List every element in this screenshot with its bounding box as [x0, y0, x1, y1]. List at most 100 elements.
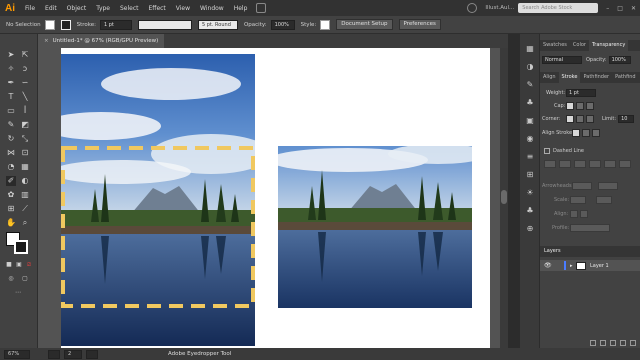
- color-mode-icon[interactable]: ■: [4, 260, 14, 270]
- zoom-field[interactable]: 67%: [4, 349, 30, 359]
- tab-stroke[interactable]: Stroke: [558, 72, 581, 83]
- draw-mode-icon[interactable]: ◎: [6, 274, 16, 284]
- document-tab[interactable]: × Untitled-1* @ 67% (RGB/GPU Preview): [38, 34, 165, 48]
- menu-edit[interactable]: Edit: [40, 5, 62, 12]
- direct-selection-tool-icon[interactable]: ⇱: [20, 50, 30, 60]
- width-tool-icon[interactable]: ⋈: [6, 148, 16, 158]
- opacity-field[interactable]: 100%: [270, 19, 295, 30]
- paintbrush-icon[interactable]: ꟾ: [20, 106, 30, 116]
- artboard-tool-icon[interactable]: ⊞: [6, 204, 16, 214]
- shaper-tool-icon[interactable]: ✎: [6, 120, 16, 130]
- gradient-mode-icon[interactable]: ▣: [14, 260, 24, 270]
- perspective-grid-icon[interactable]: ▦: [20, 162, 30, 172]
- menu-file[interactable]: File: [20, 5, 40, 12]
- stroke-weight-field[interactable]: 1 pt: [99, 19, 132, 30]
- projecting-cap-button[interactable]: [586, 102, 594, 110]
- lightbulb-icon[interactable]: [467, 3, 478, 13]
- transparency-opacity-field[interactable]: 100%: [608, 56, 631, 64]
- vertical-scrollbar[interactable]: [500, 48, 508, 348]
- lasso-icon[interactable]: ↄ: [20, 64, 30, 74]
- butt-cap-button[interactable]: [566, 102, 574, 110]
- layer-name[interactable]: Layer 1: [590, 263, 609, 269]
- menu-object[interactable]: Object: [62, 5, 92, 12]
- layers-panel-icon[interactable]: ≡: [525, 152, 535, 162]
- tab-swatches[interactable]: Swatches: [540, 40, 570, 51]
- artboards-panel-icon[interactable]: ⊞: [525, 170, 535, 180]
- type-tool-icon[interactable]: T: [6, 92, 16, 102]
- selection-tool-icon[interactable]: ➤: [6, 50, 16, 60]
- vertical-scroll-thumb[interactable]: [501, 190, 507, 204]
- stroke-swatch[interactable]: [14, 240, 28, 254]
- previous-artboard-button[interactable]: [48, 349, 60, 359]
- brush-definition-field[interactable]: 5 pt. Round: [197, 19, 238, 30]
- tab-color[interactable]: Color: [570, 40, 589, 51]
- sun-icon[interactable]: ☀: [525, 188, 535, 198]
- variable-width-field[interactable]: [137, 19, 192, 30]
- canvas-area[interactable]: [38, 48, 500, 348]
- menu-window[interactable]: Window: [195, 5, 229, 12]
- tab-pathfind[interactable]: Pathfind: [612, 72, 638, 83]
- slice-tool-icon[interactable]: ⟋: [20, 204, 30, 214]
- miter-join-button[interactable]: [566, 115, 574, 123]
- close-tab-icon[interactable]: ×: [44, 38, 49, 44]
- pen-tool-icon[interactable]: ✒: [6, 78, 16, 88]
- graphic-styles-icon[interactable]: ▣: [525, 116, 535, 126]
- color-panel-icon[interactable]: ◑: [525, 62, 535, 72]
- blend-mode-select[interactable]: Normal: [542, 56, 582, 64]
- make-clipping-mask-icon[interactable]: [600, 340, 606, 346]
- shape-builder-icon[interactable]: ◔: [6, 162, 16, 172]
- document-setup-button[interactable]: Document Setup: [336, 19, 393, 30]
- graph-tool-icon[interactable]: ▥: [20, 190, 30, 200]
- club-icon[interactable]: ♣: [525, 206, 535, 216]
- graphic-style-swatch[interactable]: [320, 19, 331, 30]
- menu-view[interactable]: View: [171, 5, 195, 12]
- rectangle-tool-icon[interactable]: ▭: [6, 106, 16, 116]
- none-mode-icon[interactable]: ⧄: [24, 260, 34, 270]
- symbols-panel-icon[interactable]: ♣: [525, 98, 535, 108]
- new-layer-icon[interactable]: [620, 340, 626, 346]
- tab-pathfinder[interactable]: Pathfinder: [580, 72, 612, 83]
- curvature-tool-icon[interactable]: ∽: [20, 78, 30, 88]
- align-inside-button[interactable]: [582, 129, 590, 137]
- links-panel-icon[interactable]: ⊕: [525, 224, 535, 234]
- preferences-button[interactable]: Preferences: [398, 19, 441, 30]
- menu-type[interactable]: Type: [91, 5, 115, 12]
- minimize-icon[interactable]: –: [602, 5, 613, 12]
- arrange-documents-icon[interactable]: [256, 3, 267, 13]
- brushes-panel-icon[interactable]: ✎: [525, 80, 535, 90]
- locate-object-icon[interactable]: [590, 340, 596, 346]
- delete-layer-icon[interactable]: [630, 340, 636, 346]
- eyedropper-tool-icon[interactable]: ✐: [6, 176, 16, 186]
- stock-search-input[interactable]: Search Adobe Stock: [518, 3, 599, 13]
- dashed-line-checkbox[interactable]: [544, 148, 550, 154]
- new-sublayer-icon[interactable]: [610, 340, 616, 346]
- zoom-tool-icon[interactable]: ⌕: [20, 218, 30, 228]
- stroke-color-swatch[interactable]: [60, 19, 71, 30]
- tab-align[interactable]: Align: [540, 72, 559, 83]
- eraser-icon[interactable]: ◩: [20, 120, 30, 130]
- scale-tool-icon[interactable]: ⤡: [20, 134, 30, 144]
- swatches-panel-icon[interactable]: ▦: [525, 44, 535, 54]
- hand-tool-icon[interactable]: ✋: [6, 218, 16, 228]
- lake-photo-cropped[interactable]: [278, 146, 472, 308]
- blend-tool-icon[interactable]: ◐: [20, 176, 30, 186]
- next-artboard-button[interactable]: [86, 349, 98, 359]
- menu-help[interactable]: Help: [229, 5, 253, 12]
- menu-effect[interactable]: Effect: [144, 5, 171, 12]
- edit-toolbar-icon[interactable]: ⋯: [13, 288, 23, 298]
- round-join-button[interactable]: [576, 115, 584, 123]
- fill-color-swatch[interactable]: [44, 19, 55, 30]
- screen-mode-icon[interactable]: ▢: [20, 274, 30, 284]
- bevel-join-button[interactable]: [586, 115, 594, 123]
- menu-select[interactable]: Select: [115, 5, 144, 12]
- magic-wand-icon[interactable]: ✧: [6, 64, 16, 74]
- free-transform-icon[interactable]: ⊡: [20, 148, 30, 158]
- align-outside-button[interactable]: [592, 129, 600, 137]
- line-tool-icon[interactable]: ╲: [20, 92, 30, 102]
- tab-transparency[interactable]: Transparency: [588, 40, 629, 51]
- workspace-switcher[interactable]: Illust.Aul...: [485, 5, 514, 11]
- artboard-number-field[interactable]: 2: [64, 349, 82, 359]
- layer-row[interactable]: 👁 ▸ Layer 1: [540, 260, 640, 271]
- maximize-icon[interactable]: □: [613, 5, 627, 12]
- layers-panel-title[interactable]: Layers: [540, 246, 640, 257]
